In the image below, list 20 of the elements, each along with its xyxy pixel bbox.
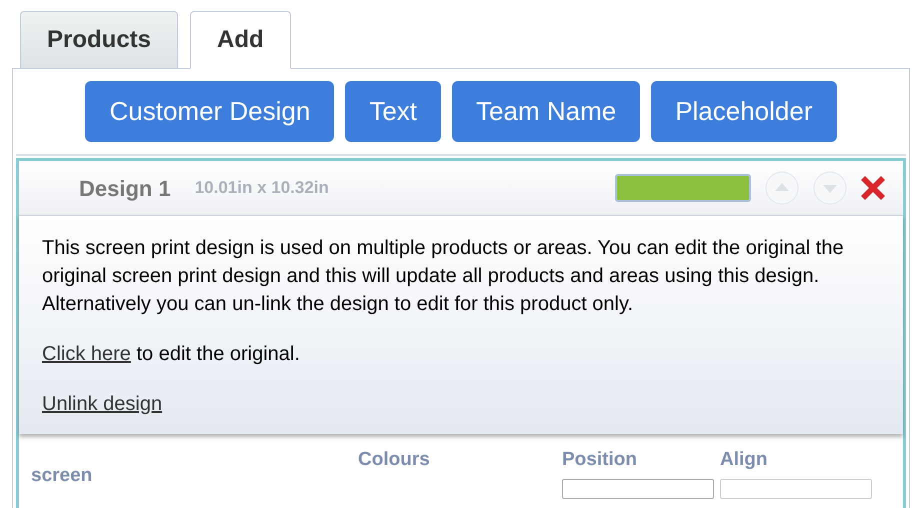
position-select[interactable] xyxy=(562,479,714,499)
add-button[interactable]: Customer Design xyxy=(85,81,334,142)
move-up-icon[interactable] xyxy=(765,171,799,205)
design-title: Design 1 xyxy=(79,174,171,203)
add-button[interactable]: Team Name xyxy=(452,81,640,142)
column-heading: Position xyxy=(562,448,637,472)
move-down-icon[interactable] xyxy=(813,171,847,205)
add-button[interactable]: Placeholder xyxy=(651,81,836,142)
edit-original-text: Click here to edit the original. xyxy=(42,342,301,367)
design-size: 10.01in x 10.32in xyxy=(194,177,329,200)
info-message: This screen print design is used on multiple products or areas. You can edit the original the original screen print design and this will update all products and areas using this design. Alternatively you can un-link the design to edit for this product only. xyxy=(42,236,845,317)
tab[interactable]: Add xyxy=(190,11,291,69)
column-heading: Colours xyxy=(358,448,430,472)
click-here-link[interactable]: Click here xyxy=(42,343,131,365)
tab[interactable]: Products xyxy=(20,11,178,69)
column-heading: Align xyxy=(720,448,768,472)
row-label: screen xyxy=(31,464,92,488)
add-button[interactable]: Text xyxy=(345,81,442,142)
unlink-design-link[interactable]: Unlink design xyxy=(42,390,162,418)
align-select[interactable] xyxy=(720,479,872,499)
